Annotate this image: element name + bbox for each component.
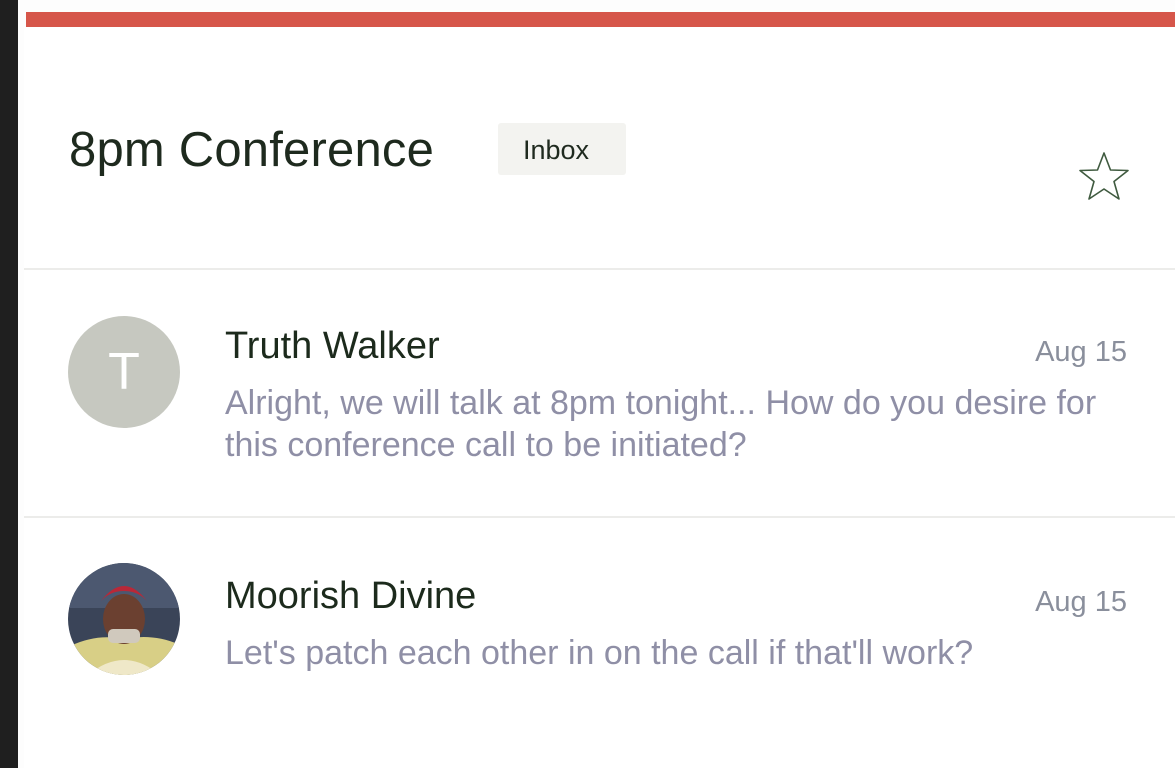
avatar[interactable]	[68, 563, 180, 675]
message-snippet: Let's patch each other in on the call if…	[225, 634, 974, 672]
avatar-letter: T	[108, 343, 140, 401]
sender-name: Truth Walker	[225, 325, 440, 367]
message-item[interactable]: T Truth Walker Aug 15 Alright, we will t…	[24, 270, 1175, 516]
message-date: Aug 15	[1035, 586, 1127, 618]
device-bezel	[0, 0, 18, 768]
message-item[interactable]: Moorish Divine Aug 15 Let's patch each o…	[24, 518, 1175, 768]
inbox-label-text: Inbox	[523, 135, 590, 165]
avatar[interactable]: T	[68, 316, 180, 428]
star-button[interactable]	[1076, 149, 1132, 205]
inbox-label-chip[interactable]: Inbox	[498, 123, 626, 175]
conversation-card: 8pm Conference Inbox T Truth Walker Aug …	[24, 27, 1175, 768]
top-bar	[18, 0, 1175, 12]
star-outline-icon	[1079, 152, 1129, 200]
thread-header: 8pm Conference Inbox	[24, 27, 1175, 270]
profile-photo	[68, 563, 180, 675]
app-accent-bar	[26, 12, 1175, 27]
thread-title: 8pm Conference	[69, 123, 435, 177]
message-date: Aug 15	[1035, 336, 1127, 368]
message-snippet: Alright, we will talk at 8pm tonight... …	[225, 384, 1097, 464]
screen-frame: 8pm Conference Inbox T Truth Walker Aug …	[0, 0, 1175, 768]
sender-name: Moorish Divine	[225, 575, 477, 617]
